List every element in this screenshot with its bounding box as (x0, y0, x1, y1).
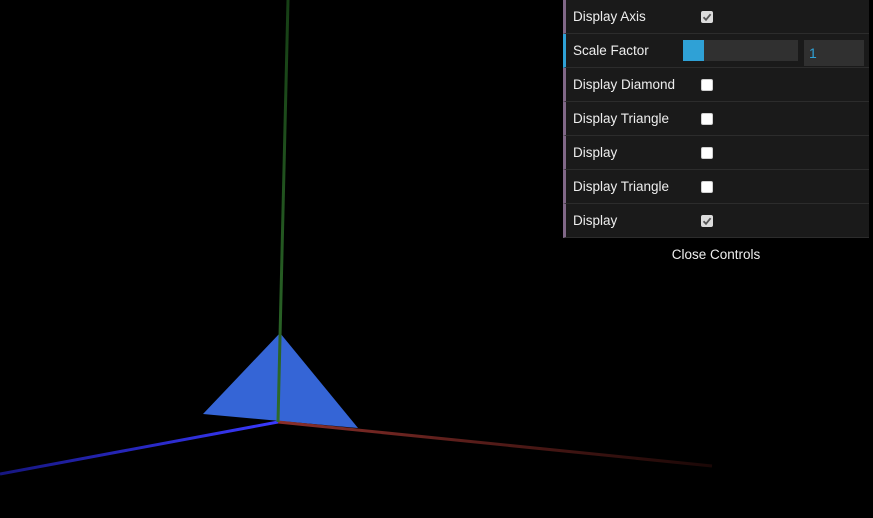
controls-panel: Display Axis Scale Factor 1 Display Diamond… (563, 0, 869, 238)
slider-fill (683, 40, 704, 61)
control-checkbox[interactable] (701, 112, 713, 125)
control-label: Scale Factor (573, 43, 649, 58)
close-controls-button[interactable]: Close Controls (563, 244, 869, 266)
control-row-3: Display Triangle (563, 102, 869, 136)
control-row-0: Display Axis (563, 0, 869, 34)
control-label: Display Triangle (573, 111, 670, 126)
control-label: Display (573, 213, 618, 228)
control-checkbox[interactable] (701, 180, 713, 193)
control-label: Display Axis (573, 9, 646, 24)
control-row-5: Display Triangle (563, 170, 869, 204)
scale-factor-slider[interactable] (683, 40, 798, 61)
control-label: Display Diamond (573, 77, 676, 92)
control-row-4: Display (563, 136, 869, 170)
z-axis-line (0, 420, 279, 476)
control-label: Display Triangle (573, 179, 670, 194)
control-row-6: Display (563, 204, 869, 238)
x-axis-line (277, 420, 713, 468)
control-checkbox[interactable] (701, 214, 713, 227)
control-row-1: Scale Factor 1 (563, 34, 869, 68)
control-row-2: Display Diamond (563, 68, 869, 102)
control-checkbox[interactable] (701, 78, 713, 91)
control-label: Display (573, 145, 618, 160)
control-checkbox[interactable] (701, 146, 713, 159)
scale-factor-input[interactable]: 1 (804, 40, 864, 66)
control-checkbox[interactable] (701, 10, 713, 23)
